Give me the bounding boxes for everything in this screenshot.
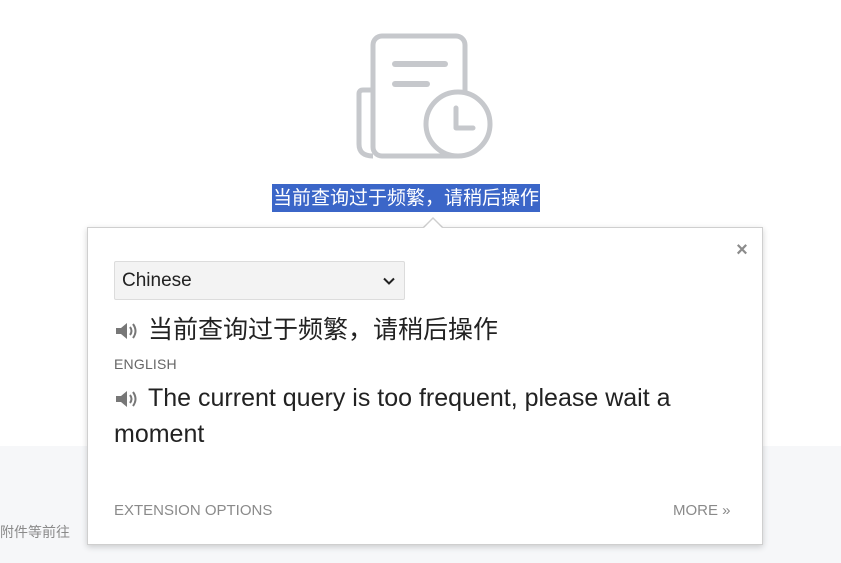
translated-text: The current query is too frequent, pleas… [114, 384, 671, 448]
source-language-value: Chinese [122, 270, 192, 291]
speaker-icon[interactable] [114, 320, 140, 342]
source-language-select[interactable]: Chinese [114, 261, 405, 300]
translated-text-line: The current query is too frequent, pleas… [114, 380, 754, 452]
close-button[interactable]: × [732, 240, 752, 260]
target-language-label: ENGLISH [114, 356, 177, 372]
source-text: 当前查询过于频繁，请稍后操作 [148, 315, 499, 344]
speaker-icon[interactable] [114, 388, 140, 410]
document-clock-icon [356, 33, 493, 159]
more-link[interactable]: MORE » [673, 502, 731, 519]
chevron-down-icon [383, 277, 395, 285]
popup-arrow-inner [423, 219, 443, 229]
footer-text: 附件等前往 [0, 524, 70, 540]
selected-empty-state-message[interactable]: 当前查询过于频繁，请稍后操作 [272, 184, 541, 212]
extension-options-link[interactable]: EXTENSION OPTIONS [114, 502, 272, 519]
source-text-line: 当前查询过于频繁，请稍后操作 [114, 314, 498, 346]
